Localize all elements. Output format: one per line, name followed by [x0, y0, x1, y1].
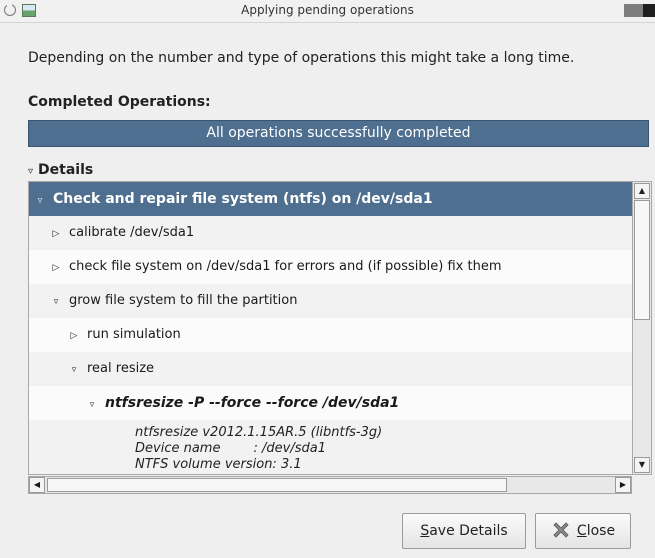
- button-label: lose: [586, 523, 616, 539]
- details-expander[interactable]: ▿ Details: [28, 162, 93, 178]
- close-button[interactable]: Close: [535, 513, 631, 549]
- output-line: NTFS volume version: 3.1: [135, 457, 302, 472]
- details-tree[interactable]: ▿ Check and repair file system (ntfs) on …: [28, 181, 632, 475]
- expander-closed-icon[interactable]: ▷: [49, 217, 63, 251]
- tree-row-label: run simulation: [87, 327, 181, 342]
- output-line: ntfsresize v2012.1.15AR.5 (libntfs-3g): [135, 425, 383, 440]
- close-icon: [553, 521, 569, 538]
- scroll-left-icon[interactable]: ◀: [29, 477, 45, 493]
- scroll-up-icon[interactable]: ▲: [634, 183, 650, 199]
- tree-row-label: calibrate /dev/sda1: [69, 225, 195, 240]
- expander-closed-icon[interactable]: ▷: [67, 319, 81, 353]
- horizontal-scrollbar[interactable]: ◀ ▶: [28, 476, 632, 494]
- expander-open-icon[interactable]: ▿: [49, 285, 63, 319]
- mnemonic-letter: S: [420, 523, 430, 539]
- tree-row-label: grow file system to fill the partition: [69, 293, 298, 308]
- tree-row-check-fs[interactable]: ▷ check file system on /dev/sda1 for erro…: [29, 250, 632, 284]
- horizontal-scroll-thumb[interactable]: [47, 478, 507, 492]
- tree-row-grow-fs[interactable]: ▿ grow file system to fill the partition: [29, 284, 632, 318]
- tree-row-simulation[interactable]: ▷ run simulation: [29, 318, 632, 352]
- tree-row-operation[interactable]: ▿ Check and repair file system (ntfs) on …: [29, 182, 632, 216]
- window-title: Applying pending operations: [241, 3, 414, 17]
- vertical-scroll-thumb[interactable]: [634, 200, 650, 320]
- vertical-scrollbar[interactable]: ▲ ▼: [632, 181, 652, 475]
- save-details-button[interactable]: Save Details: [402, 513, 526, 549]
- expander-closed-icon[interactable]: ▷: [49, 251, 63, 285]
- expander-open-icon[interactable]: ▿: [67, 353, 81, 387]
- window-controls-icon[interactable]: [624, 4, 655, 17]
- output-line: Device name : /dev/sda1: [135, 441, 326, 456]
- expander-open-icon[interactable]: ▿: [33, 184, 47, 218]
- expander-open-icon[interactable]: ▿: [85, 388, 99, 422]
- title-bar: Applying pending operations: [0, 0, 655, 23]
- button-label: ave Details: [429, 523, 508, 539]
- tree-row-label: Check and repair file system (ntfs) on /…: [53, 191, 433, 207]
- completed-operations-heading: Completed Operations:: [28, 94, 211, 110]
- tree-row-label: check file system on /dev/sda1 for error…: [69, 259, 502, 274]
- scroll-down-icon[interactable]: ▼: [634, 457, 650, 473]
- scroll-right-icon[interactable]: ▶: [615, 477, 631, 493]
- tree-row-label: ntfsresize -P --force --force /dev/sda1: [105, 395, 400, 411]
- expander-open-icon: ▿: [28, 166, 34, 177]
- tree-row-label: real resize: [87, 361, 155, 376]
- progress-status-bar: All operations successfully completed: [28, 120, 649, 147]
- tree-row-real-resize[interactable]: ▿ real resize: [29, 352, 632, 386]
- intro-text: Depending on the number and type of oper…: [28, 50, 575, 66]
- tree-row-command[interactable]: ▿ ntfsresize -P --force --force /dev/sda1: [29, 386, 632, 420]
- mnemonic-letter: C: [576, 523, 587, 539]
- details-label: Details: [38, 162, 94, 178]
- tree-row-calibrate[interactable]: ▷ calibrate /dev/sda1: [29, 216, 632, 250]
- command-output: ntfsresize v2012.1.15AR.5 (libntfs-3g) D…: [29, 420, 632, 474]
